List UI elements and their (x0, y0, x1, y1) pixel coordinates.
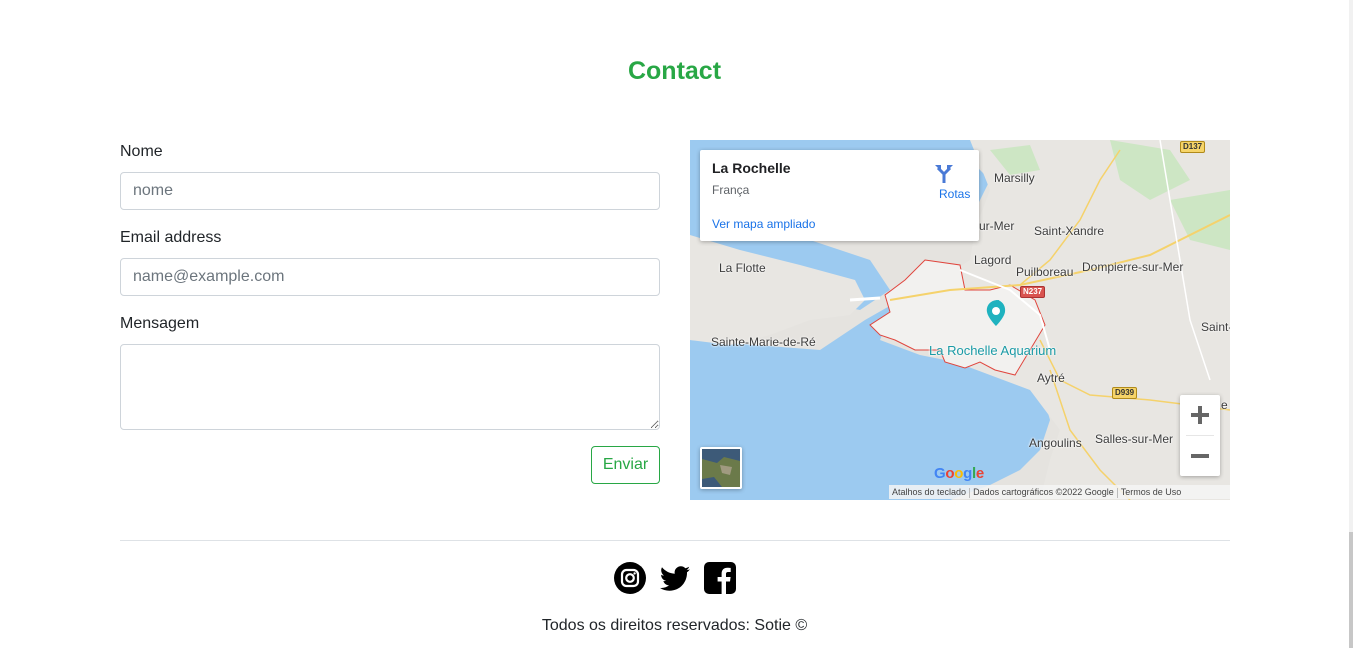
place-saint-xandre: Saint-Xandre (1034, 224, 1105, 238)
zoom-in-button[interactable] (1180, 395, 1220, 435)
place-ur-mer: ur-Mer (979, 219, 1015, 233)
map-data-text: Dados cartográficos ©2022 Google (973, 487, 1114, 497)
directions-icon[interactable] (933, 162, 955, 184)
road-badge-d137: D137 (1180, 141, 1206, 153)
place-sainte-marie: Sainte-Marie-de-Ré (711, 335, 816, 349)
road-badge-n237: N237 (1020, 286, 1046, 298)
zoom-control (1180, 395, 1220, 476)
keyboard-shortcuts-link[interactable]: Atalhos do teclado (889, 485, 969, 499)
place-saint: Saint- (1201, 320, 1230, 334)
larger-map-link[interactable]: Ver mapa ampliado (712, 217, 815, 231)
place-salles: Salles-sur-Mer (1095, 432, 1174, 446)
google-logo: Google (934, 465, 984, 482)
name-input[interactable] (120, 172, 660, 210)
place-marsilly: Marsilly (994, 171, 1035, 185)
poi-aquarium-label[interactable]: La Rochelle Aquarium (929, 343, 1056, 358)
map-place-subtitle: França (712, 183, 750, 197)
map-place-title: La Rochelle (712, 160, 791, 176)
satellite-layer-toggle[interactable] (700, 447, 742, 489)
scrollbar-thumb[interactable] (1349, 532, 1353, 648)
map-attribution: Atalhos do teclado Dados cartográficos ©2… (889, 485, 1230, 499)
terms-link[interactable]: Termos de Uso (1118, 485, 1185, 499)
satellite-thumb-icon (702, 449, 740, 487)
place-la-flotte: La Flotte (719, 261, 766, 275)
social-links (613, 561, 737, 595)
email-input[interactable] (120, 258, 660, 296)
directions-label[interactable]: Rotas (939, 187, 970, 201)
message-textarea[interactable] (120, 344, 660, 430)
place-angoulins: Angoulins (1029, 436, 1082, 450)
zoom-out-button[interactable] (1180, 436, 1220, 476)
section-title: Contact (627, 57, 722, 85)
name-label: Nome (120, 143, 163, 160)
place-e: e (1221, 398, 1228, 412)
copyright-text: Todos os direitos reservados: Sotie © (541, 617, 808, 634)
instagram-icon[interactable] (613, 561, 647, 595)
footer-divider (120, 540, 1230, 541)
embedded-map[interactable]: Marsilly Saint-Xandre ur-Mer Lagord Puil… (690, 140, 1230, 500)
message-label: Mensagem (120, 315, 200, 332)
map-info-card: La Rochelle França Ver mapa ampliado Rot… (700, 150, 979, 241)
email-label: Email address (120, 229, 222, 246)
place-puilboreau: Puilboreau (1016, 265, 1074, 279)
place-dompierre: Dompierre-sur-Mer (1082, 260, 1184, 274)
submit-button[interactable]: Enviar (591, 446, 660, 484)
twitter-icon[interactable] (658, 561, 692, 595)
road-badge-d939: D939 (1112, 387, 1138, 399)
place-lagord: Lagord (974, 253, 1012, 267)
facebook-icon[interactable] (703, 561, 737, 595)
page: Contact Nome Email address Mensagem Envi… (0, 0, 1353, 648)
place-aytre: Aytré (1037, 371, 1065, 385)
